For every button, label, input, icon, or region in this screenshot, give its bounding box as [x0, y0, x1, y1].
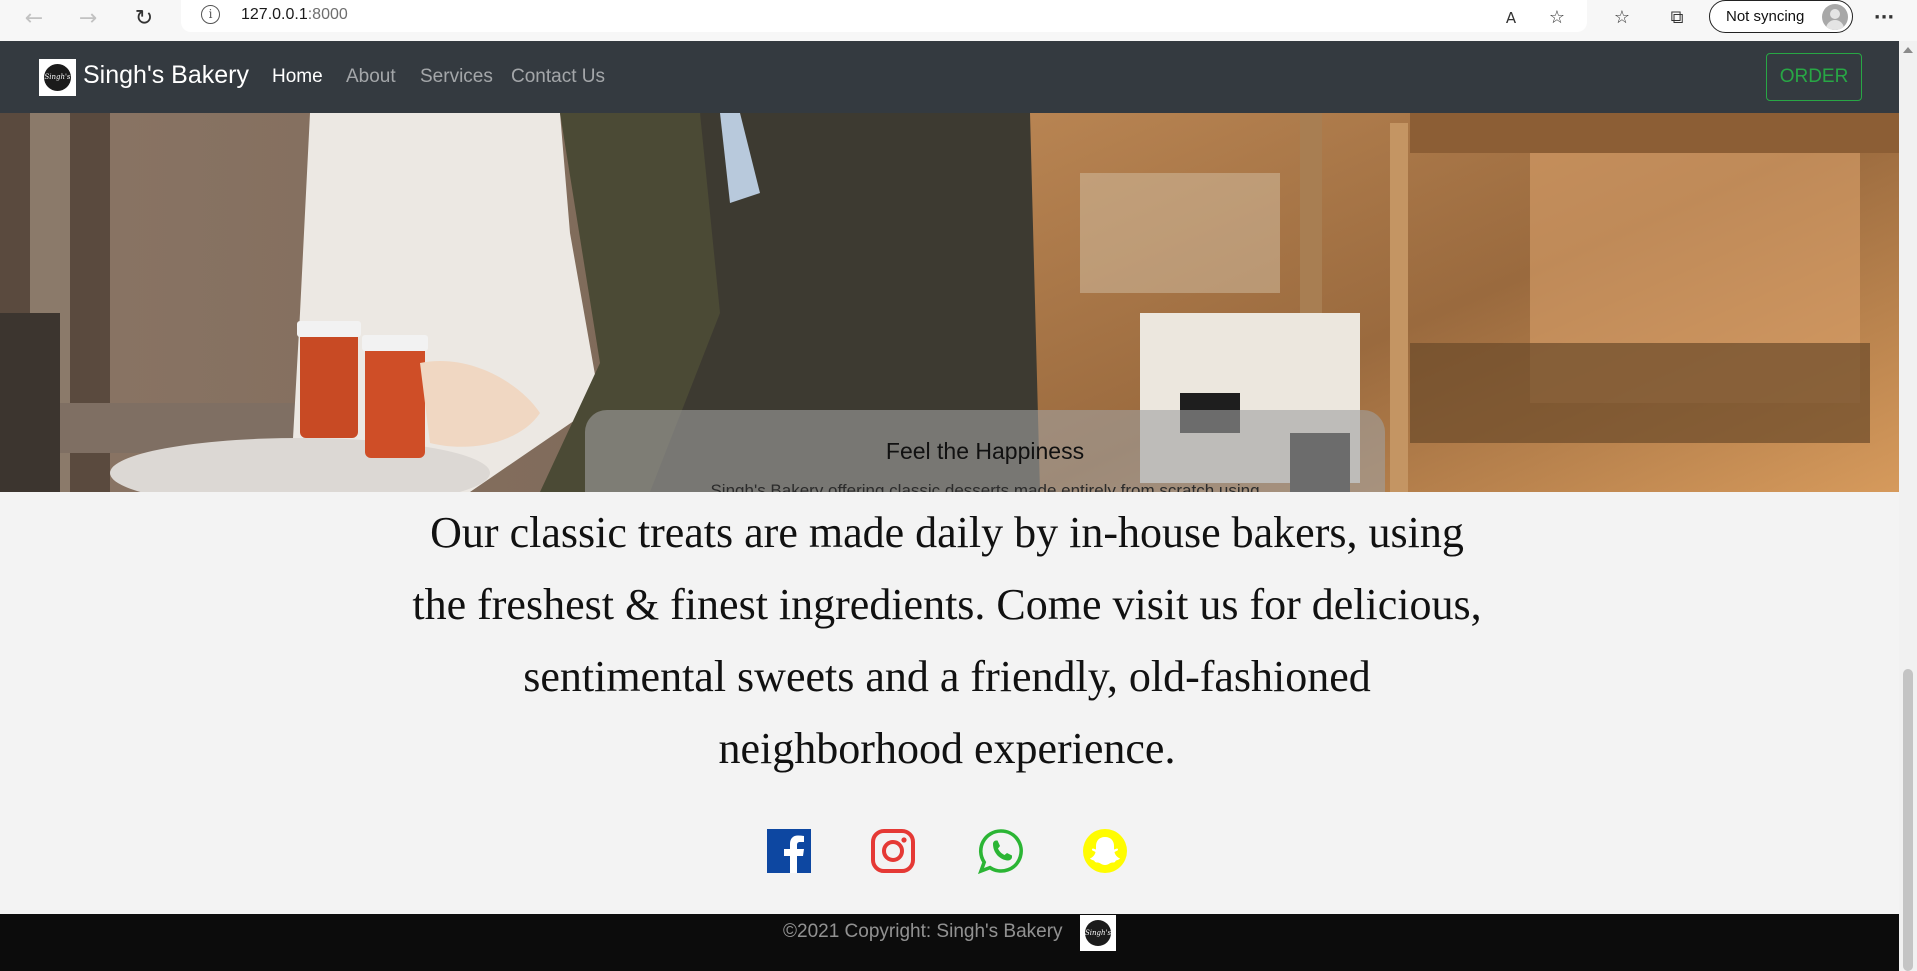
caption-title: Feel the Happiness: [885, 438, 1085, 464]
instagram-icon[interactable]: [870, 828, 916, 874]
url-port: :8000: [307, 6, 348, 23]
add-favorite-icon[interactable]: ☆: [1543, 4, 1571, 32]
more-options-icon[interactable]: ···: [1870, 4, 1898, 32]
intro-paragraph: Our classic treats are made daily by in-…: [412, 508, 1482, 773]
nav-link-home[interactable]: Home: [272, 66, 323, 88]
nav-link-services[interactable]: Services: [420, 66, 493, 88]
browser-toolbar: ← → ↻ i 127.0.0.1:8000 A ☆ ☆ ⧉ Not synci…: [0, 0, 1917, 41]
snapchat-icon[interactable]: [1082, 828, 1128, 874]
hero-carousel: Feel the Happiness Singh's Bakery offeri…: [0, 113, 1899, 492]
scrollbar-thumb[interactable]: [1903, 669, 1913, 971]
profile-label: Not syncing: [1726, 8, 1805, 25]
read-aloud-icon[interactable]: A: [1497, 4, 1525, 32]
collections-icon[interactable]: ⧉: [1663, 4, 1691, 32]
site-info-icon[interactable]: i: [201, 5, 220, 24]
site-footer: ©2021 Copyright: Singh's Bakery Singh's: [0, 914, 1899, 971]
url-host: 127.0.0.1: [241, 6, 308, 23]
whatsapp-icon[interactable]: [978, 828, 1024, 874]
favorites-icon[interactable]: ☆: [1608, 4, 1636, 32]
facebook-icon[interactable]: [766, 828, 812, 874]
page-scrollbar[interactable]: [1899, 41, 1917, 971]
copyright-text: ©2021 Copyright: Singh's Bakery: [783, 921, 1063, 942]
avatar-icon: [1822, 4, 1848, 30]
caption-text: Singh's Bakery offering classic desserts…: [710, 481, 1260, 492]
address-bar[interactable]: i 127.0.0.1:8000 A ☆: [181, 0, 1587, 32]
nav-link-contact[interactable]: Contact Us: [511, 66, 605, 88]
brand-name-link[interactable]: Singh's Bakery: [83, 61, 249, 90]
footer-logo-text: Singh's: [1085, 920, 1111, 946]
brand-logo[interactable]: Singh's: [39, 59, 76, 96]
reload-icon[interactable]: ↻: [128, 4, 160, 36]
hero-caption: Feel the Happiness Singh's Bakery offeri…: [585, 410, 1385, 492]
nav-link-about[interactable]: About: [346, 66, 396, 88]
profile-button[interactable]: Not syncing: [1709, 0, 1853, 33]
back-arrow-icon[interactable]: ←: [18, 4, 50, 36]
scroll-up-icon[interactable]: [1903, 47, 1913, 53]
order-button[interactable]: ORDER: [1766, 53, 1862, 101]
brand-logo-text: Singh's: [44, 64, 71, 91]
forward-arrow-icon[interactable]: →: [72, 4, 104, 36]
url-text[interactable]: 127.0.0.1:8000: [241, 6, 348, 24]
site-navbar: Singh's Singh's Bakery Home About Servic…: [0, 41, 1899, 113]
footer-logo: Singh's: [1080, 915, 1116, 951]
